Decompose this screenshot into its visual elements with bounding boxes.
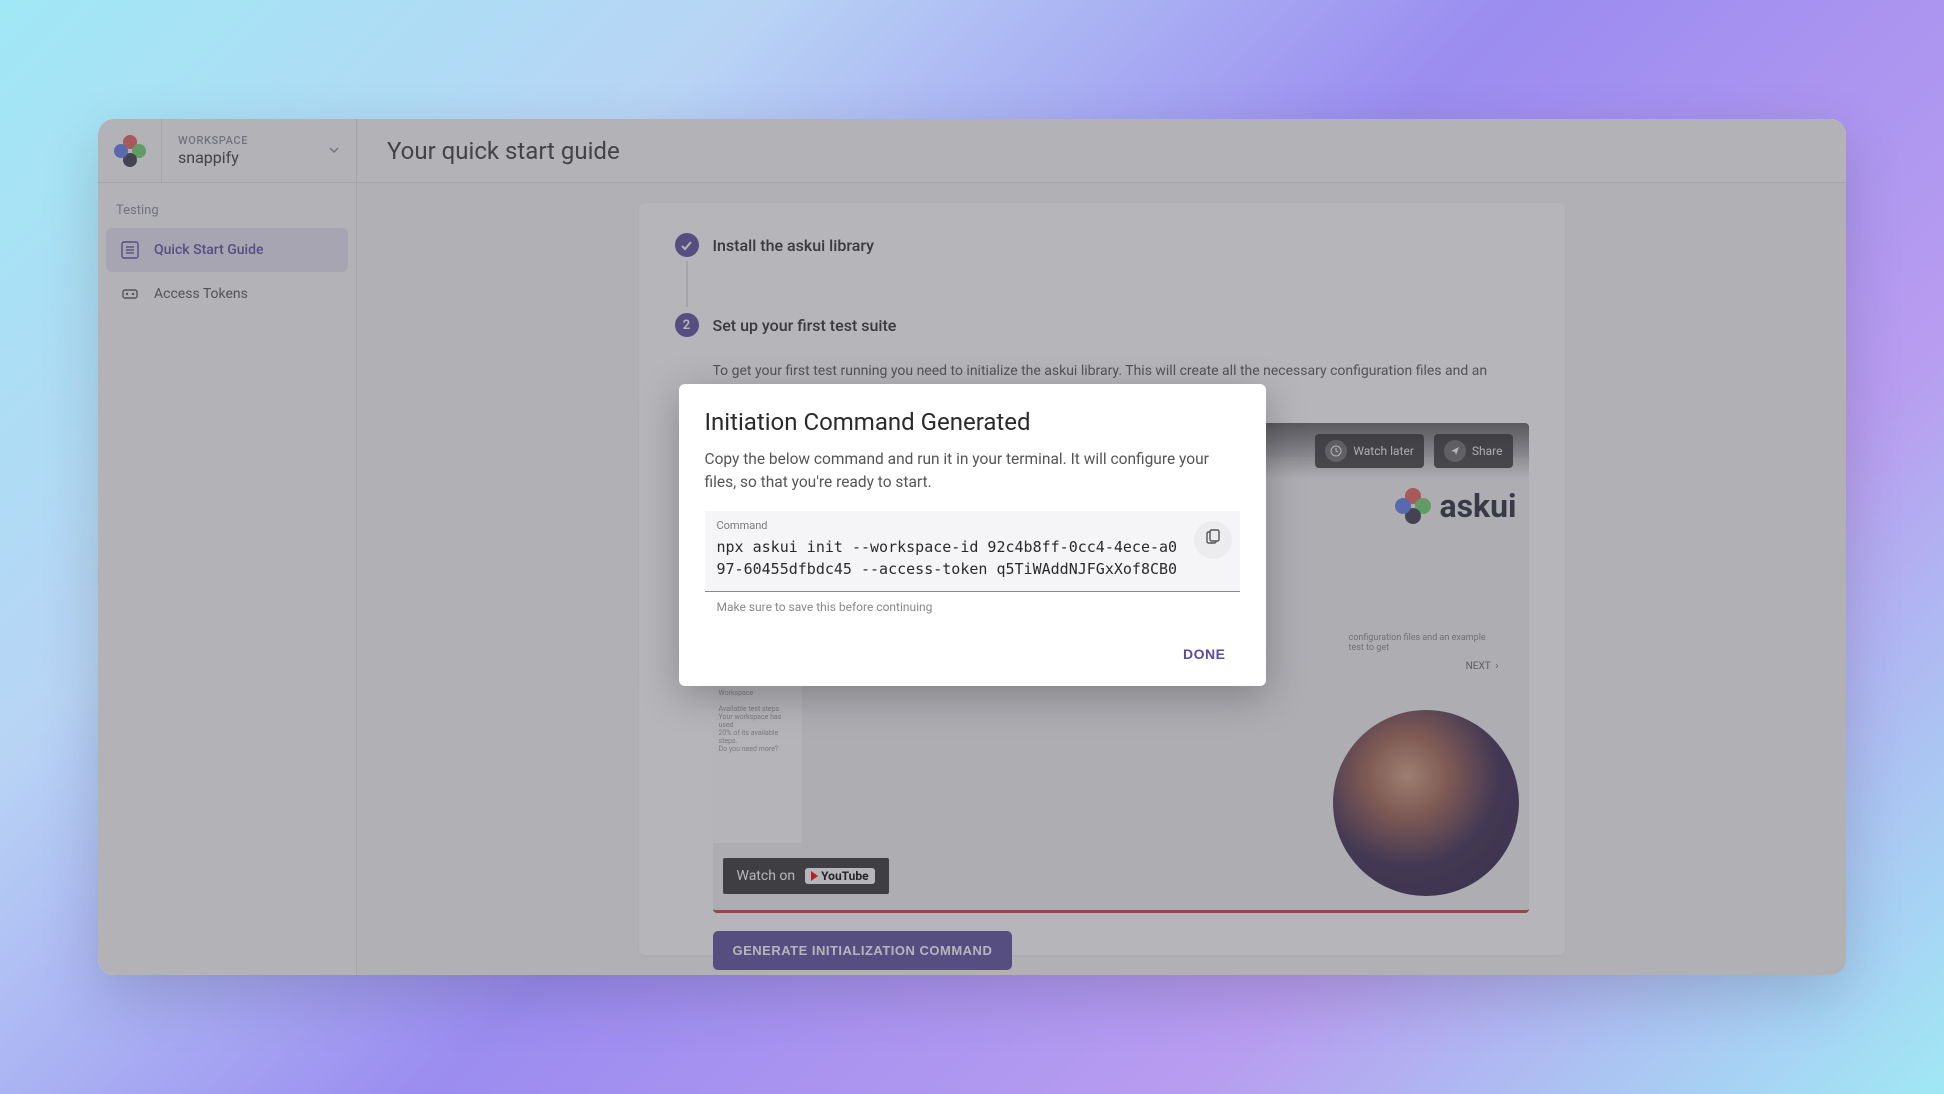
- modal-actions: DONE: [705, 636, 1240, 672]
- done-button[interactable]: DONE: [1169, 636, 1239, 672]
- copy-button[interactable]: [1194, 521, 1232, 559]
- command-label: Command: [717, 519, 1228, 532]
- init-command-modal: Initiation Command Generated Copy the be…: [679, 384, 1266, 686]
- app-window: WORKSPACE snappify Your quick start guid…: [98, 119, 1846, 975]
- command-box: Command npx askui init --workspace-id 92…: [705, 511, 1240, 592]
- command-text[interactable]: npx askui init --workspace-id 92c4b8ff-0…: [717, 536, 1228, 581]
- modal-description: Copy the below command and run it in you…: [705, 448, 1240, 493]
- helper-text: Make sure to save this before continuing: [717, 600, 1228, 614]
- modal-overlay[interactable]: Initiation Command Generated Copy the be…: [98, 119, 1846, 975]
- modal-title: Initiation Command Generated: [705, 408, 1240, 436]
- copy-icon: [1204, 529, 1222, 551]
